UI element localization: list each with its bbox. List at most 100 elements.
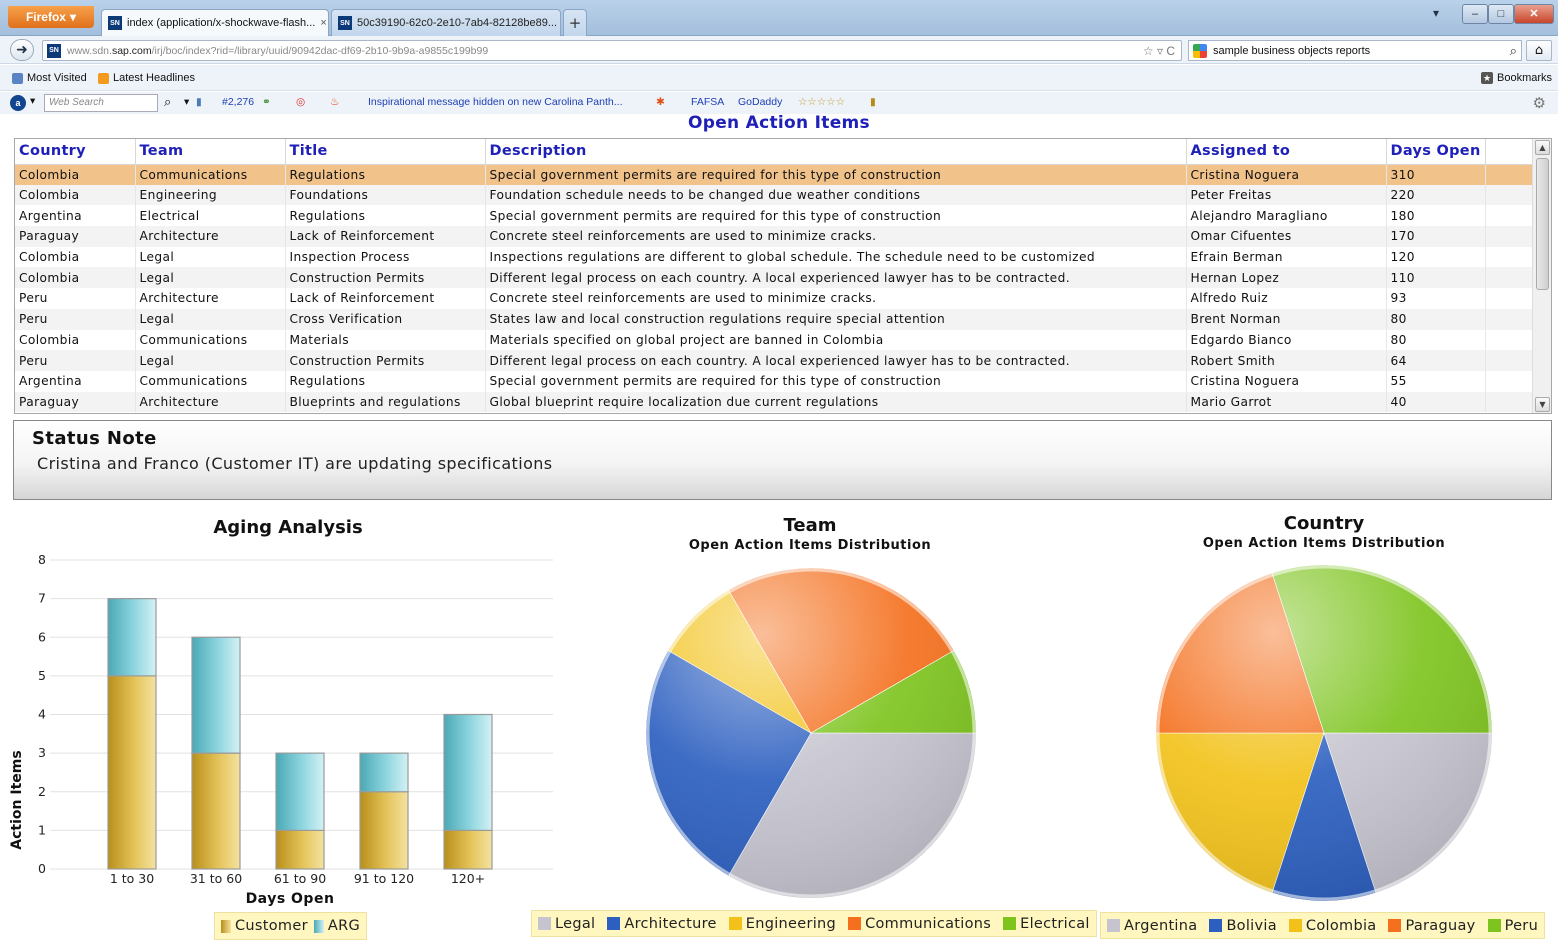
legend-swatch <box>728 917 742 930</box>
close-window-button[interactable]: ✕ <box>1514 4 1554 24</box>
y-axis-ticks: 0 1 2 3 4 5 6 7 8 <box>38 552 46 876</box>
rank-link[interactable]: #2,276 <box>222 96 254 108</box>
column-header[interactable]: Days Open <box>1386 139 1486 165</box>
google-icon[interactable] <box>1193 43 1207 58</box>
minimize-button[interactable]: – <box>1462 4 1488 24</box>
table-cell-filler <box>1485 391 1534 413</box>
legend-item-arg[interactable]: ARG <box>313 918 360 934</box>
bar-segment-customer[interactable] <box>107 675 157 870</box>
legend-item-bolivia[interactable]: Bolivia <box>1209 918 1277 934</box>
chart-title: Team <box>784 515 837 536</box>
notes-icon[interactable]: ▮ <box>870 96 876 108</box>
legend-item-paraguay[interactable]: Paraguay <box>1388 918 1475 934</box>
bar-segment-customer[interactable] <box>443 829 493 870</box>
search-icon[interactable]: ⌕ <box>1510 43 1521 59</box>
legend-item-electrical[interactable]: Electrical <box>1003 916 1090 932</box>
legend-item-customer[interactable]: Customer <box>221 918 308 934</box>
legend-item-architecture[interactable]: Architecture <box>607 916 716 932</box>
bookmark-most-visited[interactable]: Most Visited <box>12 72 87 84</box>
bookmark-star-reload-icons[interactable]: ☆ ▿ C <box>1143 44 1181 58</box>
toolbar-logo-icon[interactable]: a <box>10 95 26 111</box>
table-row[interactable]: Peru Architecture Lack of Reinforcement Con… <box>15 288 1534 309</box>
table-cell: Efrain Berman <box>1186 246 1387 268</box>
legend-item-engineering[interactable]: Engineering <box>728 916 836 932</box>
table-row[interactable]: Colombia Legal Inspection Process Inspectio… <box>15 246 1534 268</box>
table-row[interactable]: Colombia Legal Construction Permits Differe… <box>15 267 1534 289</box>
column-header[interactable]: Description <box>485 139 1187 165</box>
bar-segment-arg[interactable] <box>191 636 241 754</box>
tab-library-uuid[interactable]: SN 50c39190-62c0-2e10-7ab4-82128be89... … <box>331 9 561 36</box>
scroll-up-icon[interactable]: ▲ <box>1535 140 1550 155</box>
scrollbar-thumb[interactable] <box>1536 158 1549 290</box>
web-search-input[interactable]: Web Search <box>44 94 158 112</box>
table-row[interactable]: Peru Legal Construction Permits Different l… <box>15 350 1534 371</box>
gear-icon[interactable]: ⚙ <box>1533 94 1546 112</box>
fafsa-link[interactable]: FAFSA <box>691 96 724 108</box>
table-cell: Inspections regulations are different to… <box>485 246 1187 268</box>
address-bar[interactable]: SN www.sdn.sap.com/irj/boc/index?rid=/li… <box>42 40 1182 61</box>
chevron-down-icon[interactable]: ▾ <box>30 95 35 107</box>
table-cell: Brent Norman <box>1186 308 1387 330</box>
legend-item-peru[interactable]: Peru <box>1487 918 1539 934</box>
legend-item-argentina[interactable]: Argentina <box>1107 918 1197 934</box>
maximize-button[interactable]: □ <box>1488 4 1514 24</box>
table-cell: Legal <box>135 246 286 268</box>
home-button[interactable]: ⌂ <box>1526 40 1552 61</box>
godaddy-link[interactable]: GoDaddy <box>738 96 782 108</box>
bar-segment-customer[interactable] <box>275 829 325 870</box>
column-header[interactable]: Team <box>135 139 286 165</box>
table-cell: Alejandro Maragliano <box>1186 205 1387 227</box>
table-cell-filler <box>1485 267 1534 289</box>
table-cell-filler <box>1485 246 1534 268</box>
legend-item-communications[interactable]: Communications <box>848 916 991 932</box>
table-scrollbar[interactable]: ▲ ▼ <box>1532 139 1551 413</box>
y-tick-label: 1 <box>38 822 46 837</box>
pie-slices <box>1155 564 1493 902</box>
new-tab-button[interactable]: + <box>563 9 587 36</box>
tab-list-dropdown-icon[interactable]: ▾ <box>1426 6 1446 20</box>
fire-icon[interactable]: ♨ <box>330 96 339 108</box>
bar-segment-arg[interactable] <box>107 598 157 677</box>
table-row[interactable]: Colombia Communications Regulations Special… <box>15 164 1534 185</box>
table-row[interactable]: Peru Legal Cross Verification States law an… <box>15 308 1534 330</box>
bar-segment-arg[interactable] <box>359 752 409 793</box>
table-row[interactable]: Paraguay Architecture Lack of Reinforcemen… <box>15 226 1534 247</box>
rating-stars[interactable]: ☆☆☆☆☆ <box>798 96 845 108</box>
table-row[interactable]: Argentina Electrical Regulations Special go… <box>15 205 1534 227</box>
bar-segment-arg[interactable] <box>443 713 493 831</box>
table-cell-filler <box>1485 226 1534 247</box>
bar-segment-customer[interactable] <box>359 791 409 870</box>
column-header[interactable]: Country <box>15 139 136 165</box>
bar-series <box>107 598 493 870</box>
alert-icon[interactable]: ✱ <box>656 96 665 108</box>
navigation-bar: ➜ SN www.sdn.sap.com/irj/boc/index?rid=/… <box>0 36 1558 64</box>
bar-segment-arg[interactable] <box>275 752 325 831</box>
link-icon[interactable]: ⚭ <box>262 96 271 108</box>
search-icon[interactable]: ⌕ <box>164 94 171 110</box>
table-row[interactable]: Paraguay Architecture Blueprints and regul… <box>15 391 1534 413</box>
column-header[interactable]: Title <box>285 139 486 165</box>
chevron-down-icon[interactable]: ▾ <box>184 96 189 108</box>
back-button[interactable]: ➜ <box>10 39 34 61</box>
target-icon[interactable]: ◎ <box>296 96 305 108</box>
legend-item-legal[interactable]: Legal <box>538 916 595 932</box>
table-cell: 64 <box>1386 350 1486 371</box>
firefox-menu-button[interactable]: Firefox ▾ <box>8 6 94 28</box>
table-row[interactable]: Argentina Communications Regulations Specia… <box>15 370 1534 392</box>
table-row[interactable]: Colombia Communications Materials Materials… <box>15 329 1534 351</box>
close-tab-icon[interactable]: × <box>320 17 326 29</box>
bar-segment-customer[interactable] <box>191 752 241 870</box>
rank-chart-icon[interactable]: ▮ <box>196 96 202 108</box>
search-input[interactable]: sample business objects reports ⌕ <box>1188 40 1522 61</box>
tab-flash-index[interactable]: SN index (application/x-shockwave-flash.… <box>101 9 329 36</box>
y-tick-label: 7 <box>38 591 46 606</box>
scroll-down-icon[interactable]: ▼ <box>1535 397 1550 412</box>
bookmark-latest-headlines[interactable]: Latest Headlines <box>98 72 195 84</box>
news-headline-link[interactable]: Inspirational message hidden on new Caro… <box>368 96 623 108</box>
legend-item-colombia[interactable]: Colombia <box>1288 918 1377 934</box>
table-row[interactable]: Colombia Engineering Foundations Foundation… <box>15 184 1534 206</box>
column-header[interactable]: Assigned to <box>1186 139 1387 165</box>
bookmarks-menu[interactable]: ★ Bookmarks <box>1481 72 1552 84</box>
url-prefix: www.sdn. <box>67 44 112 57</box>
y-tick-label: 4 <box>38 707 46 722</box>
